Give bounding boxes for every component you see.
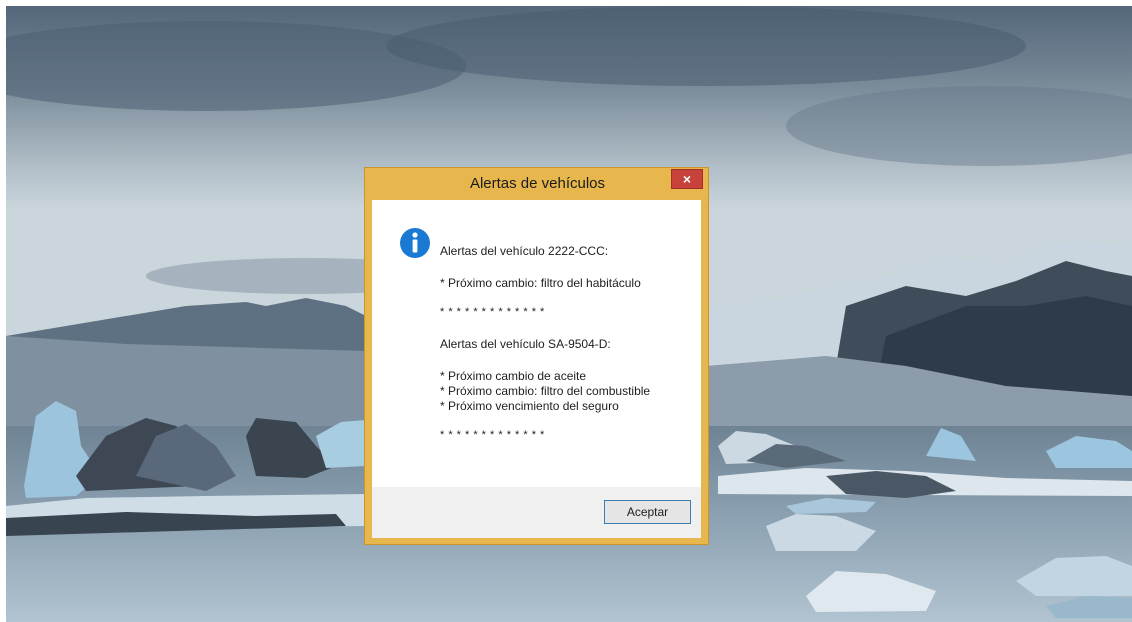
dialog-title: Alertas de vehículos xyxy=(469,175,606,192)
dialog-footer: Aceptar xyxy=(372,487,701,538)
message-line: * Próximo cambio de aceite xyxy=(440,369,587,383)
message-line: * Próximo cambio: filtro del habitáculo xyxy=(440,276,641,290)
dialog-content: Alertas del vehículo 2222-CCC: * Próximo… xyxy=(372,200,701,538)
message-line: Alertas del vehículo 2222-CCC: xyxy=(440,244,609,258)
message-line: * Próximo vencimiento del seguro xyxy=(440,399,619,413)
alert-dialog: Alertas de vehículos × Alertas del vehíc… xyxy=(364,167,709,545)
message-separator: * * * * * * * * * * * * * xyxy=(440,429,545,441)
close-button[interactable]: × xyxy=(671,169,703,189)
message-separator: * * * * * * * * * * * * * xyxy=(440,306,545,318)
info-icon xyxy=(400,228,430,258)
accept-button[interactable]: Aceptar xyxy=(604,500,691,524)
message-line: * Próximo cambio: filtro del combustible xyxy=(440,384,651,398)
message-line: Alertas del vehículo SA-9504-D: xyxy=(440,337,611,351)
